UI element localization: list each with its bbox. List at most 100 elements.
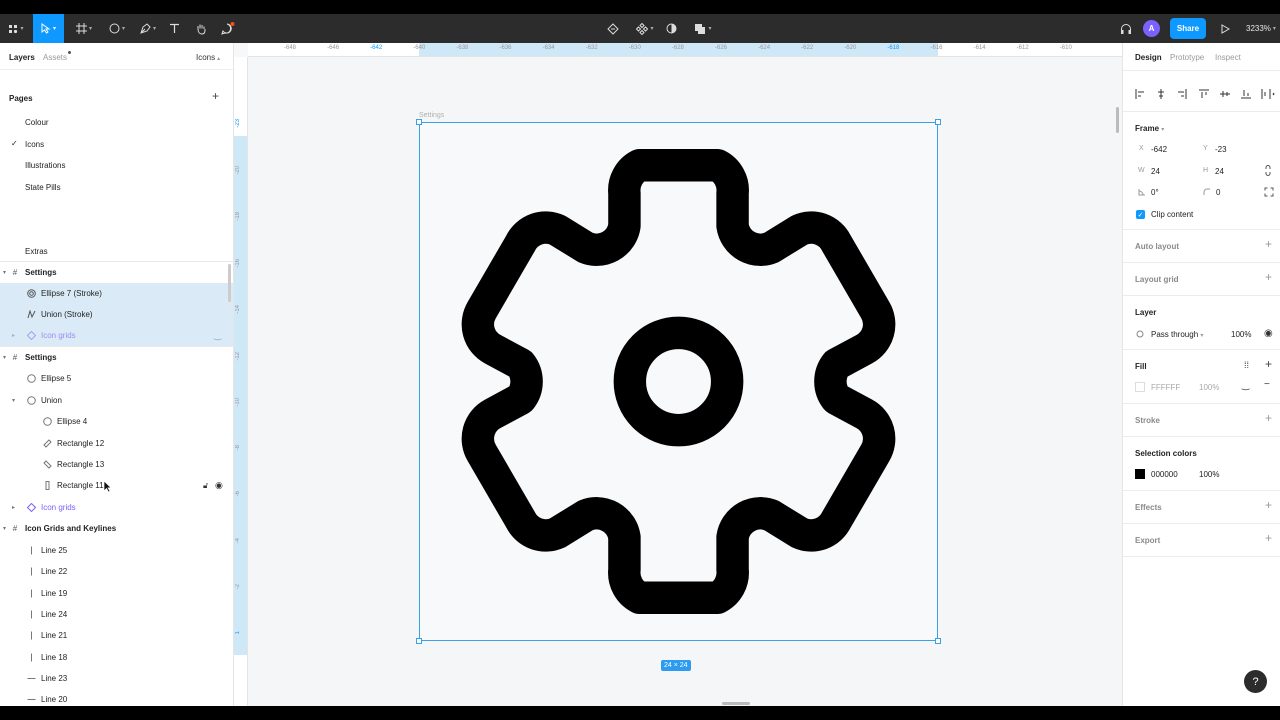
page-selector[interactable]: Icons ▴	[196, 53, 220, 62]
remove-fill-minus-icon[interactable]: −	[1264, 379, 1270, 390]
resize-handle-top-right[interactable]	[935, 119, 941, 125]
layer-row[interactable]: Line 22	[0, 561, 233, 582]
y-input[interactable]: -23	[1215, 145, 1227, 154]
selection-color-opacity[interactable]: 100%	[1199, 470, 1219, 479]
boolean-button[interactable]: ▾	[690, 14, 716, 43]
layer-row[interactable]: Line 23	[0, 668, 233, 689]
frame-tool-button[interactable]: ▾	[70, 14, 98, 43]
layer-row[interactable]: Rectangle 11 🔓︎ ◉	[0, 475, 233, 496]
align-bottom-icon[interactable]	[1241, 89, 1251, 99]
collapse-caret-icon[interactable]: ▾	[12, 397, 15, 404]
layer-row[interactable]: ▾ # Settings	[0, 262, 233, 283]
blend-mode-dropdown[interactable]: Pass through ▾	[1151, 330, 1203, 339]
layer-row[interactable]: ▾ # Settings	[0, 347, 233, 368]
fill-hidden-eye-icon[interactable]: ‿	[1242, 380, 1249, 391]
add-effect-plus-icon[interactable]: +	[1265, 498, 1272, 512]
distribute-icon[interactable]	[1261, 89, 1275, 99]
rotation-input[interactable]: 0°	[1151, 188, 1159, 197]
layer-row[interactable]: Rectangle 13	[0, 454, 233, 475]
layer-opacity-input[interactable]: 100%	[1231, 330, 1251, 339]
gear-icon[interactable]	[419, 122, 938, 641]
layer-row[interactable]: Line 18	[0, 647, 233, 668]
layers-scrollbar[interactable]	[228, 264, 231, 302]
layer-row[interactable]: Line 24	[0, 604, 233, 625]
canvas-horizontal-scrollbar[interactable]	[722, 702, 750, 705]
collapse-caret-icon[interactable]: ▾	[3, 269, 6, 276]
add-auto-layout-plus-icon[interactable]: +	[1265, 237, 1272, 251]
corner-radius-input[interactable]: 0	[1216, 188, 1220, 197]
layer-row[interactable]: Union (Stroke)	[0, 304, 233, 325]
layer-row[interactable]: Line 21	[0, 625, 233, 646]
align-center-vertical-icon[interactable]	[1220, 89, 1230, 99]
selection-color-swatch[interactable]	[1135, 469, 1145, 479]
canvas-vertical-scrollbar[interactable]	[1116, 107, 1119, 133]
present-button[interactable]	[1218, 14, 1232, 43]
shape-tool-button[interactable]: ▾	[103, 14, 131, 43]
add-export-plus-icon[interactable]: +	[1265, 531, 1272, 545]
style-grid-icon[interactable]: ⁞⁞	[1244, 360, 1249, 370]
help-button[interactable]: ?	[1244, 670, 1267, 693]
layer-row[interactable]: ▾ # Icon Grids and Keylines	[0, 518, 233, 539]
independent-corners-icon[interactable]	[1264, 187, 1274, 197]
audio-button[interactable]	[1117, 14, 1135, 43]
layer-row[interactable]: Line 25	[0, 540, 233, 561]
add-stroke-plus-icon[interactable]: +	[1265, 411, 1272, 425]
page-item-state-pills[interactable]: State Pills	[25, 183, 61, 192]
width-input[interactable]: 24	[1151, 167, 1160, 176]
layer-row[interactable]: Ellipse 5	[0, 368, 233, 389]
selection-color-hex[interactable]: 000000	[1151, 470, 1178, 479]
layer-row[interactable]: Rectangle 12	[0, 433, 233, 454]
align-left-icon[interactable]	[1135, 89, 1145, 99]
visibility-eye-icon[interactable]: ◉	[1264, 328, 1273, 339]
constrain-proportions-icon[interactable]	[1264, 165, 1272, 176]
add-page-plus-icon[interactable]: +	[212, 89, 219, 103]
resize-handle-bottom-right[interactable]	[935, 638, 941, 644]
zoom-dropdown[interactable]: 3233% ▾	[1246, 14, 1276, 43]
add-fill-plus-icon[interactable]: +	[1265, 357, 1272, 371]
collapse-caret-icon[interactable]: ▾	[3, 354, 6, 361]
tab-assets[interactable]: Assets	[43, 53, 67, 62]
share-button[interactable]: Share	[1170, 18, 1206, 39]
eye-icon[interactable]: ◉	[215, 480, 223, 491]
page-item-extras[interactable]: Extras	[25, 247, 48, 256]
page-item-icons[interactable]: Icons	[25, 140, 44, 149]
text-tool-button[interactable]	[165, 14, 183, 43]
collapse-caret-icon[interactable]: ▾	[3, 525, 6, 532]
component-reset-button[interactable]	[604, 14, 622, 43]
align-right-icon[interactable]	[1177, 89, 1187, 99]
clip-content-checkbox[interactable]: ✓	[1136, 210, 1145, 219]
x-input[interactable]: -642	[1151, 145, 1167, 154]
height-input[interactable]: 24	[1215, 167, 1224, 176]
hidden-eye-icon[interactable]: ‿	[214, 330, 221, 341]
add-layout-grid-plus-icon[interactable]: +	[1265, 270, 1272, 284]
selected-frame[interactable]	[416, 119, 941, 644]
layer-row[interactable]: Ellipse 4	[0, 411, 233, 432]
frame-name-label[interactable]: Settings	[419, 112, 444, 119]
lock-icon[interactable]: 🔓︎	[203, 481, 208, 491]
align-center-horizontal-icon[interactable]	[1156, 89, 1166, 99]
tab-inspect[interactable]: Inspect	[1215, 53, 1241, 62]
layer-row[interactable]: ▸ Icon grids ‿	[0, 325, 233, 346]
tab-prototype[interactable]: Prototype	[1170, 53, 1204, 62]
align-top-icon[interactable]	[1199, 89, 1209, 99]
mask-button[interactable]	[663, 14, 679, 43]
create-component-button[interactable]: ▾	[632, 14, 658, 43]
expand-caret-icon[interactable]: ▸	[12, 504, 15, 511]
fill-hex-input[interactable]: FFFFFF	[1151, 383, 1180, 392]
tab-design[interactable]: Design	[1135, 53, 1162, 62]
canvas[interactable]: Settings 24 × 24	[248, 57, 1122, 706]
hand-tool-button[interactable]	[192, 14, 210, 43]
resize-handle-top-left[interactable]	[416, 119, 422, 125]
page-item-colour[interactable]: Colour	[25, 118, 49, 127]
layer-row[interactable]: Ellipse 7 (Stroke)	[0, 283, 233, 304]
main-menu-button[interactable]: ▾	[4, 14, 28, 43]
layer-row[interactable]: Line 19	[0, 583, 233, 604]
frame-section-header[interactable]: Frame ▾	[1135, 124, 1164, 133]
page-item-illustrations[interactable]: Illustrations	[25, 161, 65, 170]
fill-opacity-input[interactable]: 100%	[1199, 383, 1219, 392]
layer-row[interactable]: ▸ Icon grids	[0, 497, 233, 518]
move-tool-button[interactable]: ▾	[33, 14, 64, 43]
tab-layers[interactable]: Layers	[9, 53, 35, 62]
pen-tool-button[interactable]: ▾	[134, 14, 162, 43]
layer-row[interactable]: ▾ Union	[0, 390, 233, 411]
